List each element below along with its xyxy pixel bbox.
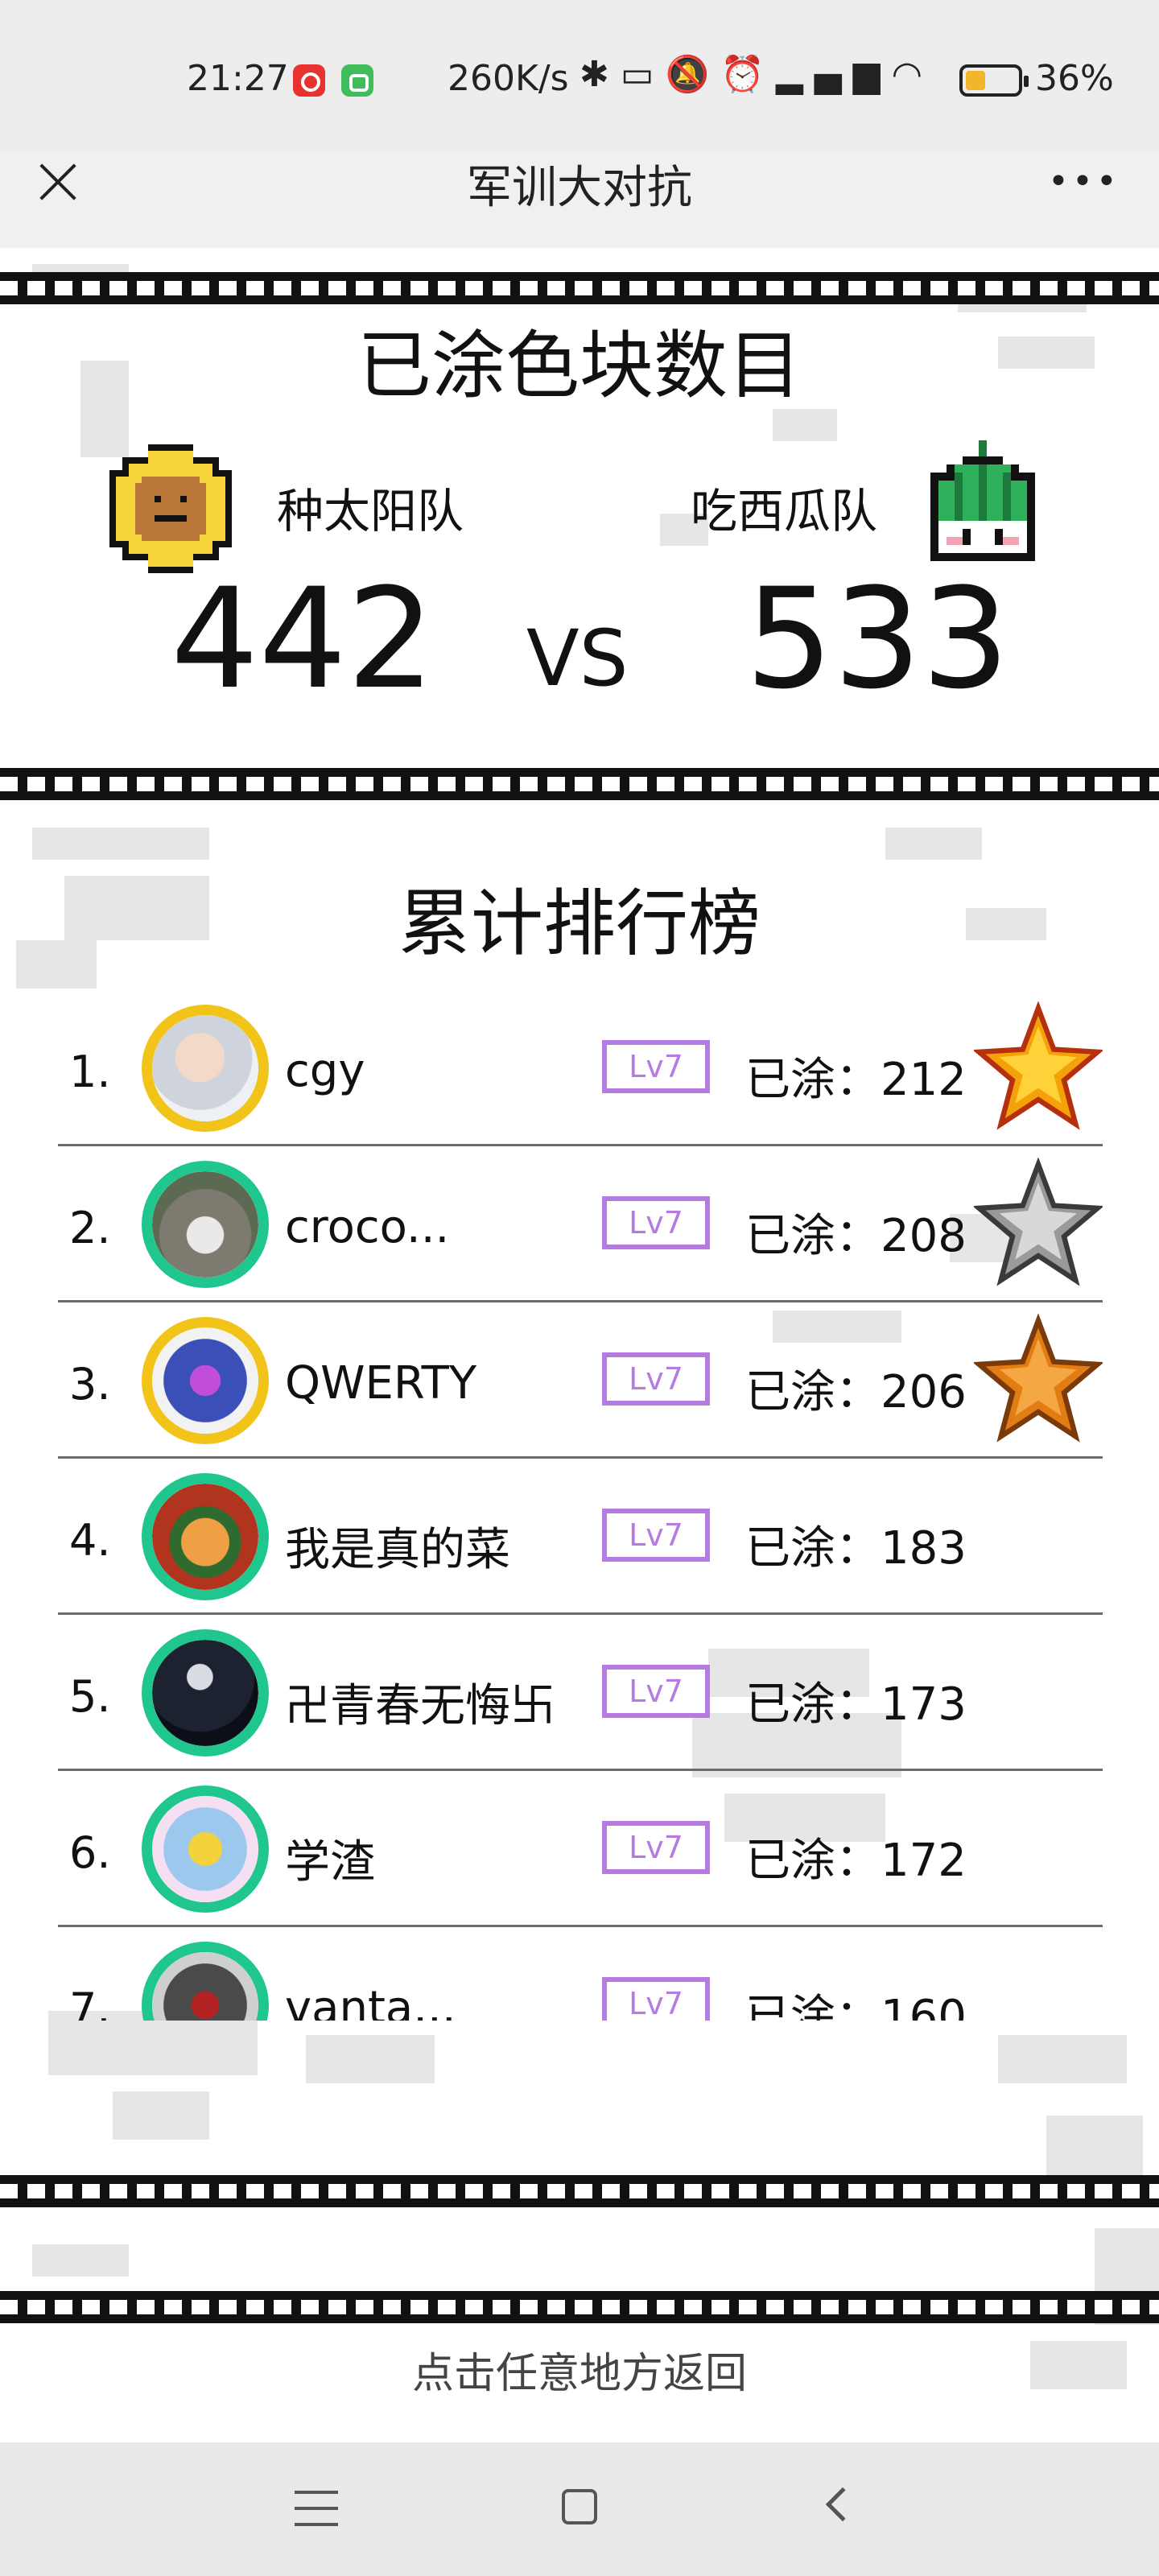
username: 学渣 <box>285 1836 375 1889</box>
level-badge: Lv7 <box>602 1665 710 1718</box>
bg-pixel <box>1046 2116 1143 2180</box>
system-navigation-bar <box>0 2442 1159 2576</box>
rank-number: 4. <box>69 1515 111 1566</box>
username: vanta... <box>285 1982 456 2021</box>
rank-number: 7. <box>69 1984 111 2021</box>
signal-icon: ▂▄▆ <box>776 54 892 95</box>
sunflower-icon <box>109 444 232 573</box>
bg-pixel <box>32 2244 129 2277</box>
more-options-button[interactable]: ••• <box>1048 164 1117 200</box>
level-badge: Lv7 <box>602 1821 710 1874</box>
painted-count: 已涂：212 <box>745 1054 967 1106</box>
painted-count: 已涂：160 <box>745 1991 967 2021</box>
gold-star-medal-icon <box>974 1001 1103 1130</box>
battery-icon <box>959 64 1029 97</box>
leaderboard-list[interactable]: 1. cgy Lv7 已涂：212 2. croco... Lv7 已涂：208… <box>58 990 1103 2021</box>
bg-pixel <box>773 409 837 441</box>
avatar[interactable] <box>142 1317 269 1444</box>
rank-number: 6. <box>69 1827 111 1878</box>
level-badge: Lv7 <box>602 1040 710 1093</box>
film-strip-divider <box>0 2291 1159 2323</box>
status-icons: ✱▭🔕⏰▂▄▆◠ <box>580 53 934 95</box>
painted-count: 已涂：208 <box>745 1210 967 1262</box>
back-icon[interactable] <box>825 2487 860 2522</box>
bluetooth-icon: ✱ <box>580 54 621 95</box>
vs-label: VS <box>526 613 629 704</box>
avatar[interactable] <box>142 1473 269 1600</box>
bg-pixel <box>113 2091 209 2140</box>
leaderboard-row[interactable]: 5. 卍青春无悔卐 Lv7 已涂：173 <box>58 1615 1103 1771</box>
leaderboard-title: 累计排行榜 <box>398 881 761 966</box>
painted-count: 已涂：173 <box>745 1678 967 1731</box>
bg-pixel <box>48 2011 258 2075</box>
rank-number: 5. <box>69 1671 111 1722</box>
username: 卍青春无悔卐 <box>285 1680 555 1732</box>
right-team-score: 533 <box>745 558 1010 720</box>
bg-pixel <box>306 2035 435 2083</box>
wifi-icon: ◠ <box>891 54 934 95</box>
leaderboard-row[interactable]: 6. 学渣 Lv7 已涂：172 <box>58 1771 1103 1927</box>
avatar[interactable] <box>142 1629 269 1757</box>
app-notification-icon <box>341 64 373 97</box>
rank-number: 3. <box>69 1359 111 1410</box>
film-strip-divider <box>0 2175 1159 2207</box>
username: cgy <box>285 1045 365 1097</box>
left-team-name: 种太阳队 <box>277 484 464 539</box>
battery-percent: 36% <box>1035 58 1114 99</box>
painted-count: 已涂：206 <box>745 1366 967 1418</box>
mute-icon: 🔕 <box>665 54 721 95</box>
level-badge: Lv7 <box>602 1352 710 1406</box>
status-bar: 21:27 260K/s ✱▭🔕⏰▂▄▆◠ 36% 军训大对抗 ••• <box>0 0 1159 214</box>
watermelon-icon <box>930 440 1035 561</box>
bg-pixel <box>885 828 982 860</box>
film-strip-divider <box>0 768 1159 800</box>
username: croco... <box>285 1201 450 1253</box>
film-strip-divider <box>0 272 1159 304</box>
avatar[interactable] <box>142 1942 269 2021</box>
painted-count: 已涂：172 <box>745 1835 967 1887</box>
username: QWERTY <box>285 1357 477 1410</box>
leaderboard-row[interactable]: 3. QWERTY Lv7 已涂：206 <box>58 1302 1103 1459</box>
level-badge: Lv7 <box>602 1977 710 2021</box>
bronze-star-medal-icon <box>974 1314 1103 1443</box>
status-time: 21:27 <box>187 58 289 99</box>
avatar[interactable] <box>142 1161 269 1288</box>
network-speed: 260K/s <box>448 58 569 99</box>
avatar[interactable] <box>142 1005 269 1132</box>
bg-pixel <box>998 2035 1127 2083</box>
menu-icon[interactable] <box>295 2491 338 2526</box>
scoreboard-title: 已涂色块数目 <box>357 323 802 409</box>
netease-music-icon <box>293 64 325 97</box>
alarm-icon: ⏰ <box>720 54 777 95</box>
username: 我是真的菜 <box>285 1524 510 1576</box>
avatar[interactable] <box>142 1785 269 1913</box>
vibrate-icon: ▭ <box>620 54 666 95</box>
game-result-panel[interactable]: 已涂色块数目 种太阳队 吃西瓜队 442 VS 533 累计排行榜 1. cgy… <box>0 248 1159 2442</box>
level-badge: Lv7 <box>602 1196 710 1249</box>
home-icon[interactable] <box>562 2489 597 2524</box>
leaderboard-row[interactable]: 1. cgy Lv7 已涂：212 <box>58 990 1103 1146</box>
rank-number: 1. <box>69 1046 111 1097</box>
leaderboard-row[interactable]: 4. 我是真的菜 Lv7 已涂：183 <box>58 1459 1103 1615</box>
bg-pixel <box>32 828 209 860</box>
right-team-name: 吃西瓜队 <box>691 484 878 539</box>
leaderboard-row[interactable]: 7. vanta... Lv7 已涂：160 <box>58 1927 1103 2021</box>
level-badge: Lv7 <box>602 1509 710 1562</box>
silver-star-medal-icon <box>974 1158 1103 1286</box>
painted-count: 已涂：183 <box>745 1522 967 1575</box>
tap-to-return-hint[interactable]: 点击任意地方返回 <box>0 2339 1159 2400</box>
page-title: 军训大对抗 <box>467 162 692 214</box>
leaderboard-row[interactable]: 2. croco... Lv7 已涂：208 <box>58 1146 1103 1302</box>
left-team-score: 442 <box>171 558 435 720</box>
rank-number: 2. <box>69 1203 111 1253</box>
